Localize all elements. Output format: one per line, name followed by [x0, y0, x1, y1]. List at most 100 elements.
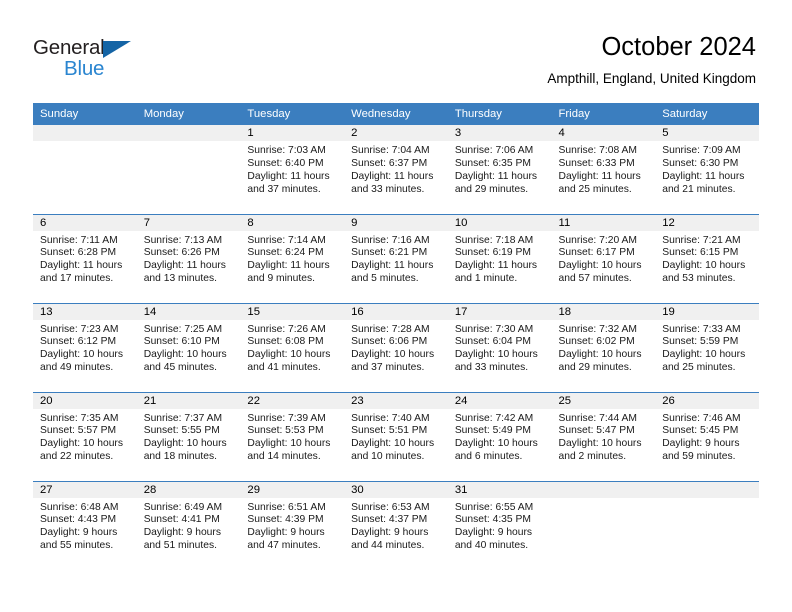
general-blue-logo[interactable]: General Blue	[33, 36, 163, 84]
day-number: 18	[551, 303, 656, 320]
day-number: 21	[136, 392, 241, 409]
calendar-day-cell[interactable]: 26 Sunrise: 7:46 AM Sunset: 5:45 PM Dayligh…	[655, 391, 759, 481]
calendar-day-cell[interactable]: 2 Sunrise: 7:04 AM Sunset: 6:37 PM Daylight…	[344, 125, 448, 214]
day-number	[136, 125, 241, 141]
calendar-day-cell[interactable]: 13 Sunrise: 7:23 AM Sunset: 6:12 PM Dayligh…	[33, 302, 137, 392]
day-number: 1	[240, 125, 345, 141]
sunrise-text: Sunrise: 7:20 AM	[558, 234, 637, 246]
day-number: 29	[240, 481, 345, 498]
day-number: 27	[33, 481, 137, 498]
calendar-day-cell[interactable]: 12 Sunrise: 7:21 AM Sunset: 6:15 PM Dayligh…	[655, 213, 759, 303]
sunset-text: Sunset: 6:02 PM	[558, 336, 635, 348]
calendar-day-cell[interactable]: 10 Sunrise: 7:18 AM Sunset: 6:19 PM Dayligh…	[447, 213, 552, 303]
sunrise-text: Sunrise: 7:09 AM	[662, 145, 741, 156]
calendar-day-cell[interactable]: 22 Sunrise: 7:39 AM Sunset: 5:53 PM Dayligh…	[240, 391, 345, 481]
page-title: October 2024	[601, 33, 756, 61]
day-details: Sunrise: 6:48 AM Sunset: 4:43 PM Daylight:…	[33, 498, 137, 554]
day-number	[655, 481, 759, 498]
daylight-text: Daylight: 11 hours and 1 minute.	[454, 260, 538, 285]
calendar-day-cell[interactable]: 24 Sunrise: 7:42 AM Sunset: 5:49 PM Dayligh…	[447, 391, 552, 481]
day-number: 10	[447, 214, 552, 231]
calendar-day-cell[interactable]: 23 Sunrise: 7:40 AM Sunset: 5:51 PM Dayligh…	[344, 391, 448, 481]
calendar-day-cell[interactable]: 17 Sunrise: 7:30 AM Sunset: 6:04 PM Dayligh…	[447, 302, 552, 392]
day-number: 19	[655, 303, 759, 320]
day-details: Sunrise: 7:30 AM Sunset: 6:04 PM Daylight:…	[448, 320, 552, 376]
calendar-day-cell[interactable]: 8 Sunrise: 7:14 AM Sunset: 6:24 PM Daylight…	[240, 213, 345, 303]
calendar-day-cell[interactable]: 29 Sunrise: 6:51 AM Sunset: 4:39 PM Dayligh…	[240, 480, 345, 570]
sunset-text: Sunset: 6:12 PM	[40, 336, 117, 348]
weekday-header-monday: Monday	[136, 103, 241, 125]
logo-word-blue: Blue	[64, 57, 105, 80]
day-number: 4	[551, 125, 656, 141]
daylight-text: Daylight: 9 hours and 47 minutes.	[247, 527, 325, 552]
daylight-text: Daylight: 10 hours and 57 minutes.	[558, 260, 642, 285]
daylight-text: Daylight: 10 hours and 10 minutes.	[351, 438, 435, 463]
day-details: Sunrise: 6:55 AM Sunset: 4:35 PM Daylight:…	[448, 498, 552, 554]
day-number	[551, 481, 656, 498]
day-number: 16	[344, 303, 448, 320]
calendar-day-cell[interactable]: 9 Sunrise: 7:16 AM Sunset: 6:21 PM Daylight…	[344, 213, 448, 303]
calendar-day-cell[interactable]: 5 Sunrise: 7:09 AM Sunset: 6:30 PM Daylight…	[655, 125, 759, 214]
sunrise-text: Sunrise: 7:42 AM	[454, 412, 534, 424]
calendar-week-row: 6 Sunrise: 7:11 AM Sunset: 6:28 PM Daylight…	[33, 213, 759, 303]
calendar-day-cell[interactable]: 14 Sunrise: 7:25 AM Sunset: 6:10 PM Dayligh…	[136, 302, 241, 392]
calendar-day-cell[interactable]: 25 Sunrise: 7:44 AM Sunset: 5:47 PM Dayligh…	[551, 391, 656, 481]
sunset-text: Sunset: 4:37 PM	[351, 514, 428, 526]
daylight-text: Daylight: 10 hours and 18 minutes.	[143, 438, 227, 463]
calendar-day-cell[interactable]: 19 Sunrise: 7:33 AM Sunset: 5:59 PM Dayligh…	[655, 302, 759, 392]
calendar-week-row: 20 Sunrise: 7:35 AM Sunset: 5:57 PM Dayligh…	[33, 391, 759, 481]
calendar-day-cell[interactable]: 16 Sunrise: 7:28 AM Sunset: 6:06 PM Dayligh…	[344, 302, 448, 392]
day-details: Sunrise: 7:11 AM Sunset: 6:28 PM Daylight:…	[33, 231, 137, 287]
weekday-header-tuesday: Tuesday	[240, 103, 345, 125]
sunrise-text: Sunrise: 7:03 AM	[247, 145, 326, 156]
daylight-text: Daylight: 10 hours and 2 minutes.	[558, 438, 642, 463]
day-details: Sunrise: 7:21 AM Sunset: 6:15 PM Daylight:…	[655, 231, 759, 287]
sunset-text: Sunset: 4:39 PM	[247, 514, 324, 526]
calendar-day-cell[interactable]: 28 Sunrise: 6:49 AM Sunset: 4:41 PM Dayligh…	[136, 480, 241, 570]
sunrise-text: Sunrise: 7:30 AM	[454, 323, 534, 335]
day-details: Sunrise: 7:08 AM Sunset: 6:33 PM Daylight:…	[552, 141, 656, 197]
calendar-day-cell[interactable]: 15 Sunrise: 7:26 AM Sunset: 6:08 PM Dayligh…	[240, 302, 345, 392]
sunset-text: Sunset: 6:26 PM	[143, 247, 220, 259]
sunrise-text: Sunrise: 7:26 AM	[247, 323, 326, 335]
day-details: Sunrise: 6:49 AM Sunset: 4:41 PM Daylight:…	[137, 498, 241, 554]
calendar-day-cell[interactable]: 27 Sunrise: 6:48 AM Sunset: 4:43 PM Dayligh…	[33, 480, 137, 570]
calendar-day-cell[interactable]: 1 Sunrise: 7:03 AM Sunset: 6:40 PM Daylight…	[240, 125, 345, 214]
day-details: Sunrise: 7:04 AM Sunset: 6:37 PM Daylight:…	[344, 141, 448, 197]
calendar-day-cell[interactable]: 21 Sunrise: 7:37 AM Sunset: 5:55 PM Dayligh…	[136, 391, 241, 481]
calendar-day-cell[interactable]: 4 Sunrise: 7:08 AM Sunset: 6:33 PM Daylight…	[551, 125, 656, 214]
sunrise-text: Sunrise: 7:37 AM	[143, 412, 223, 424]
sunrise-text: Sunrise: 7:46 AM	[662, 412, 741, 424]
day-number: 7	[136, 214, 241, 231]
day-number: 30	[344, 481, 448, 498]
calendar-day-cell[interactable]: 11 Sunrise: 7:20 AM Sunset: 6:17 PM Dayligh…	[551, 213, 656, 303]
sunset-text: Sunset: 6:24 PM	[247, 247, 324, 259]
sunrise-text: Sunrise: 7:44 AM	[558, 412, 637, 424]
sunset-text: Sunset: 6:17 PM	[558, 247, 635, 259]
day-number: 2	[344, 125, 448, 141]
day-details: Sunrise: 6:51 AM Sunset: 4:39 PM Daylight:…	[240, 498, 344, 554]
sunset-text: Sunset: 6:28 PM	[40, 247, 117, 259]
daylight-text: Daylight: 11 hours and 37 minutes.	[247, 170, 330, 195]
calendar-day-cell[interactable]: 31 Sunrise: 6:55 AM Sunset: 4:35 PM Dayligh…	[447, 480, 552, 570]
day-details: Sunrise: 7:14 AM Sunset: 6:24 PM Daylight:…	[240, 231, 344, 287]
day-number: 8	[240, 214, 345, 231]
calendar-cell-empty	[655, 480, 759, 570]
day-details: Sunrise: 7:20 AM Sunset: 6:17 PM Daylight:…	[552, 231, 656, 287]
daylight-text: Daylight: 10 hours and 29 minutes.	[558, 349, 642, 374]
sunrise-text: Sunrise: 7:16 AM	[351, 234, 430, 246]
location-subtitle: Ampthill, England, United Kingdom	[547, 71, 756, 86]
calendar-day-cell[interactable]: 20 Sunrise: 7:35 AM Sunset: 5:57 PM Dayligh…	[33, 391, 137, 481]
calendar-day-cell[interactable]: 6 Sunrise: 7:11 AM Sunset: 6:28 PM Daylight…	[33, 213, 137, 303]
day-number: 20	[33, 392, 137, 409]
day-details: Sunrise: 7:35 AM Sunset: 5:57 PM Daylight:…	[33, 409, 137, 465]
calendar-day-cell[interactable]: 30 Sunrise: 6:53 AM Sunset: 4:37 PM Dayligh…	[344, 480, 448, 570]
daylight-text: Daylight: 11 hours and 25 minutes.	[558, 170, 641, 195]
calendar-day-cell[interactable]: 7 Sunrise: 7:13 AM Sunset: 6:26 PM Daylight…	[136, 213, 241, 303]
calendar-day-cell[interactable]: 18 Sunrise: 7:32 AM Sunset: 6:02 PM Dayligh…	[551, 302, 656, 392]
calendar-day-cell[interactable]: 3 Sunrise: 7:06 AM Sunset: 6:35 PM Daylight…	[447, 125, 552, 214]
sunset-text: Sunset: 5:45 PM	[662, 425, 739, 437]
day-details: Sunrise: 7:16 AM Sunset: 6:21 PM Daylight:…	[344, 231, 448, 287]
day-number: 31	[447, 481, 552, 498]
day-details: Sunrise: 7:26 AM Sunset: 6:08 PM Daylight:…	[240, 320, 344, 376]
